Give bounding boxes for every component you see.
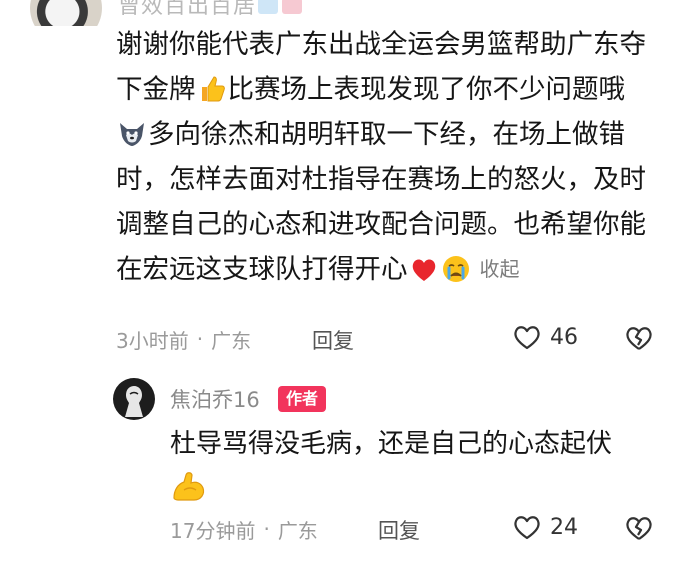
heart-outline-icon <box>514 516 540 540</box>
reply-like-button[interactable]: 24 <box>512 513 578 541</box>
comment-time: 3小时前 <box>116 328 189 353</box>
thumbs-up-icon <box>201 76 225 102</box>
reply-location: 广东 <box>277 518 318 543</box>
comment-text-part: 多向徐杰和胡明轩取一下经，在场上做错时，怎样去面对杜指导在赛场上的怒火，及时调整… <box>116 119 646 285</box>
dislike-broken-heart-icon[interactable] <box>624 514 654 542</box>
comment-meta: 3小时前 · 广东 <box>116 322 251 356</box>
red-heart-icon <box>412 259 435 281</box>
heart-outline-icon <box>514 326 540 350</box>
comment-text-part: 比赛场上表现发现了你不少问题哦 <box>227 74 626 105</box>
user-badge <box>282 0 302 14</box>
comment-author-name[interactable]: 曾效百出百居 <box>118 0 256 20</box>
wolf-icon <box>120 123 144 146</box>
collapse-button[interactable]: 收起 <box>480 257 520 281</box>
like-count: 46 <box>550 324 578 350</box>
avatar-figure-icon <box>125 386 143 417</box>
meta-separator: · <box>263 517 270 541</box>
reply-time: 17分钟前 <box>170 518 256 543</box>
comment-location: 广东 <box>211 328 252 353</box>
meta-separator: · <box>196 327 204 351</box>
like-button[interactable]: 46 <box>512 323 578 351</box>
reply-meta: 17分钟前 · 广东 <box>170 512 318 546</box>
reply-avatar[interactable] <box>113 378 155 420</box>
comment-body: 谢谢你能代表广东出战全运会男篮帮助广东夺下金牌 比赛场上表现发现了你不少问题哦多向… <box>116 22 656 292</box>
reply-reply-button[interactable]: 回复 <box>378 515 420 545</box>
reply-like-count: 24 <box>550 514 578 540</box>
reply-author-name[interactable]: 焦泊乔16 <box>170 384 260 414</box>
dislike-broken-heart-icon[interactable] <box>624 324 654 352</box>
reply-body: 杜导骂得没毛病，还是自己的心态起伏 <box>170 422 660 510</box>
flexed-bicep-icon <box>173 472 205 501</box>
crying-face-icon <box>442 256 469 282</box>
reply-button[interactable]: 回复 <box>312 325 354 355</box>
author-tag-badge: 作者 <box>278 386 327 412</box>
user-badge <box>258 0 278 14</box>
reply-text: 杜导骂得没毛病，还是自己的心态起伏 <box>170 429 613 459</box>
avatar[interactable] <box>30 0 102 26</box>
